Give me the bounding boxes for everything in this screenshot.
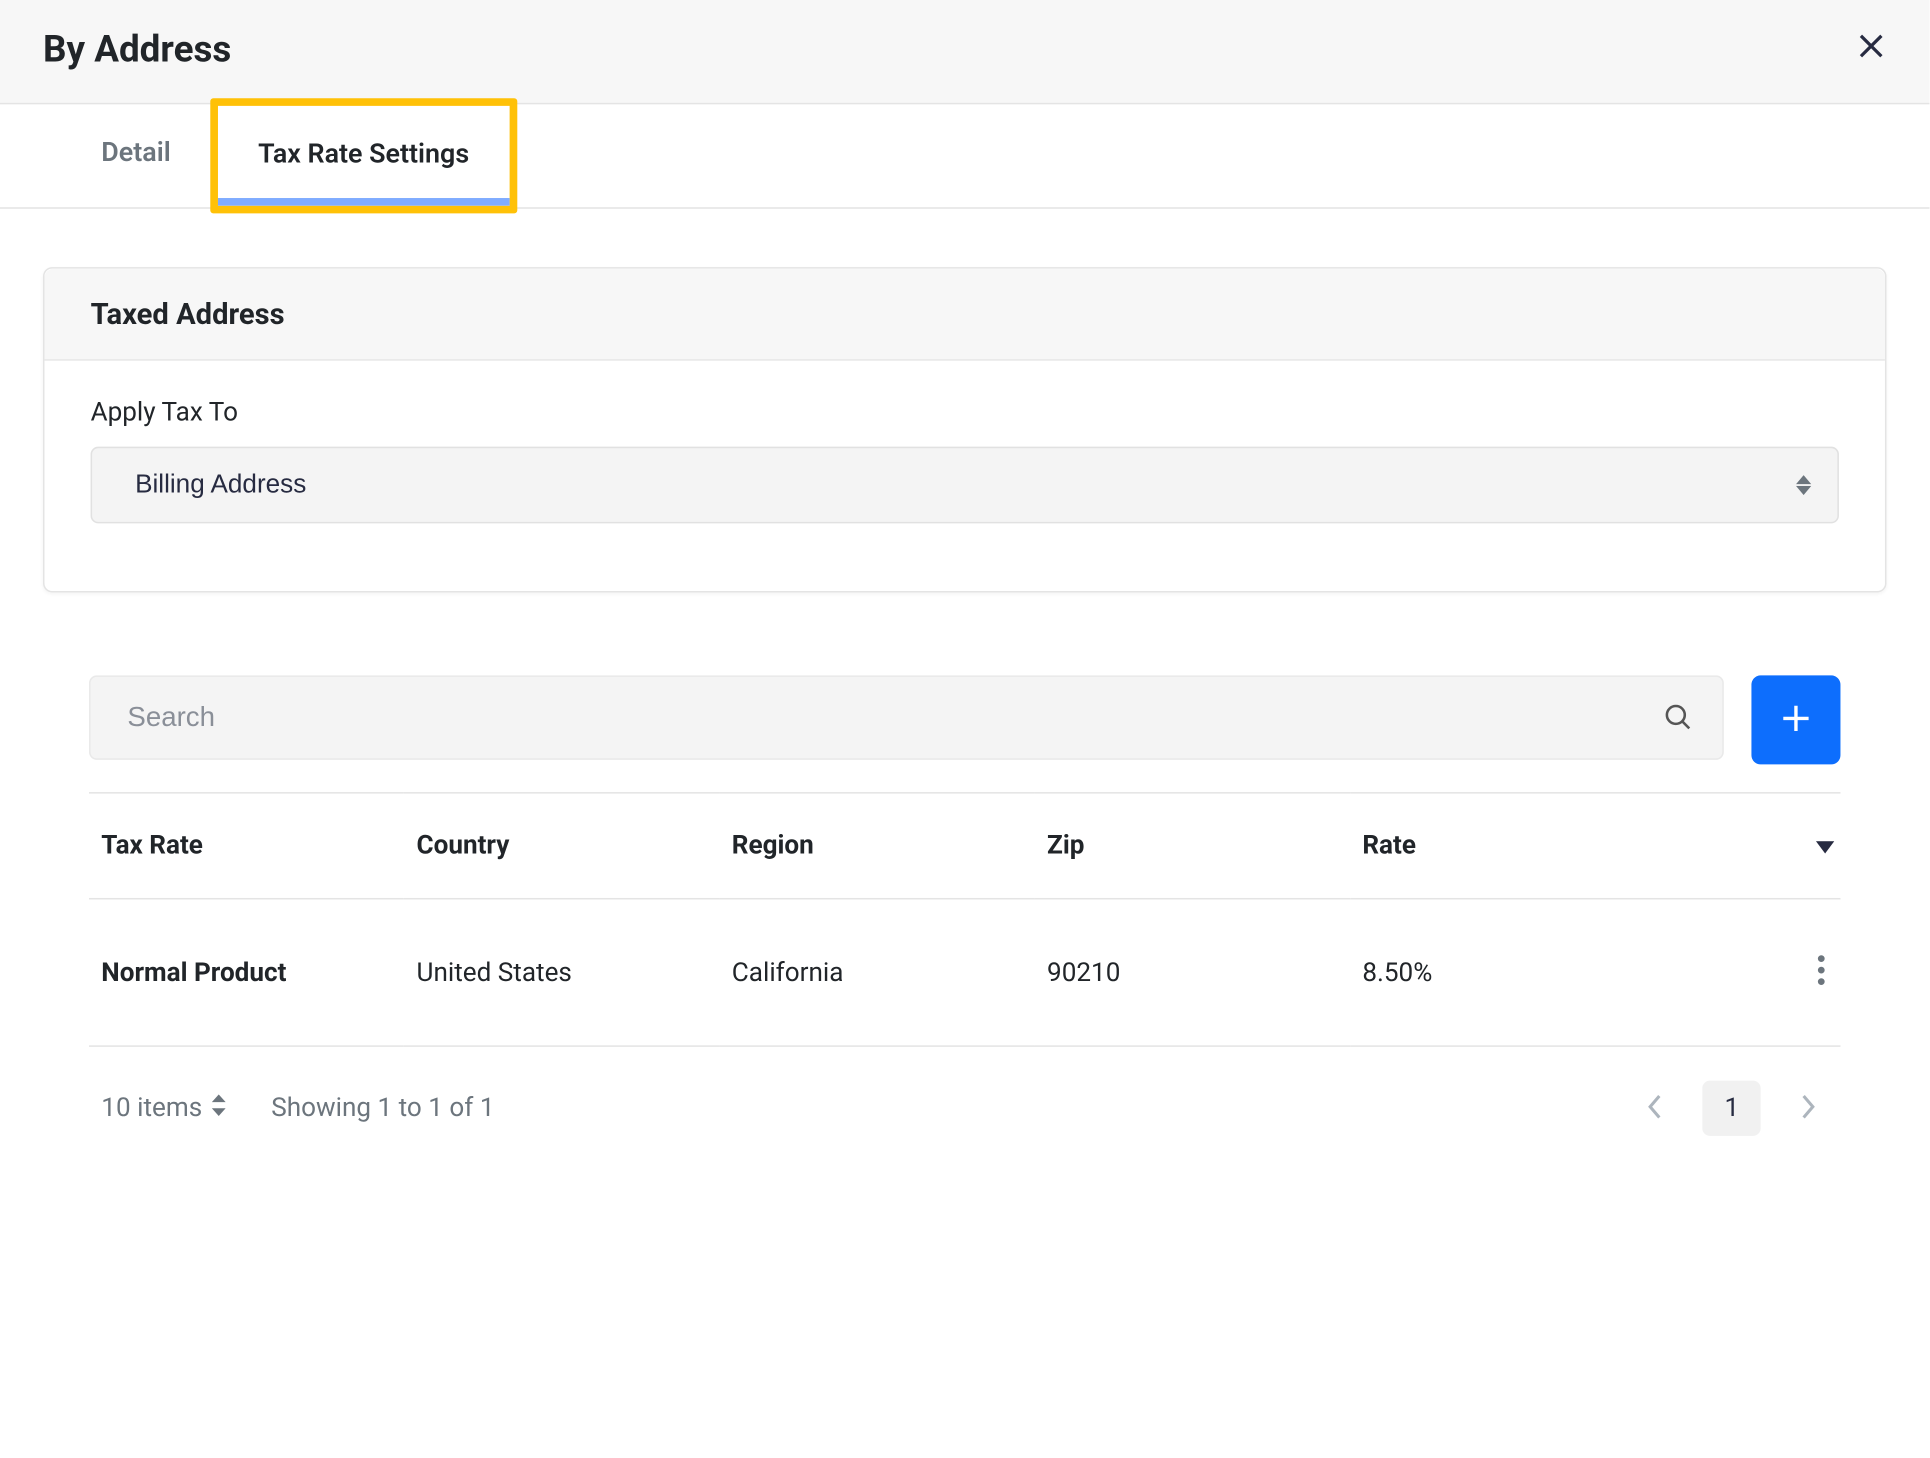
footer-left: 10 items Showing 1 to 1 of 1 [101,1093,494,1124]
prev-page-button[interactable] [1635,1081,1675,1135]
card-header: Taxed Address [45,269,1885,361]
tab-detail[interactable]: Detail [61,104,210,207]
updown-icon [211,1093,225,1124]
modal-header: By Address [0,0,1929,104]
tab-tax-rate-settings[interactable]: Tax Rate Settings [218,106,509,206]
cell-region: California [720,899,1035,1046]
page-size-label: 10 items [101,1093,202,1124]
apply-tax-to-select-wrap [91,447,1839,524]
col-rate[interactable]: Rate [1350,793,1665,899]
search-row [89,675,1840,764]
cell-rate: 8.50% [1350,899,1665,1046]
col-tax-rate[interactable]: Tax Rate [89,793,404,899]
current-page[interactable]: 1 [1703,1081,1761,1136]
row-actions-button[interactable] [1808,946,1834,1000]
modal-title: By Address [43,27,231,70]
table-header-row: Tax Rate Country Region Zip Rate [89,793,1840,899]
tab-bar: Detail Tax Rate Settings [0,104,1929,208]
caret-down-icon [1816,830,1834,861]
close-icon [1856,31,1887,66]
add-button[interactable] [1751,675,1840,764]
card-title: Taxed Address [91,296,1839,331]
cell-zip: 90210 [1035,899,1350,1046]
apply-tax-to-label: Apply Tax To [91,398,1839,429]
content-area: Taxed Address Apply Tax To [0,209,1929,1136]
tab-highlight-box: Tax Rate Settings [211,98,517,213]
kebab-icon [1817,967,1825,990]
taxed-address-card: Taxed Address Apply Tax To [43,267,1887,592]
list-area: Tax Rate Country Region Zip Rate [43,675,1887,1136]
chevron-left-icon [1648,1094,1663,1123]
search-input[interactable] [89,675,1724,759]
col-sort[interactable] [1665,793,1840,899]
cell-country: United States [404,899,719,1046]
tax-rate-table: Tax Rate Country Region Zip Rate [89,792,1840,1047]
list-footer: 10 items Showing 1 to 1 of 1 1 [89,1047,1840,1136]
pager: 1 [1635,1081,1828,1136]
col-country[interactable]: Country [404,793,719,899]
chevron-right-icon [1801,1094,1816,1123]
card-body: Apply Tax To [45,361,1885,591]
cell-actions [1665,899,1840,1046]
showing-text: Showing 1 to 1 of 1 [271,1093,494,1124]
cell-tax-rate: Normal Product [89,899,404,1046]
col-zip[interactable]: Zip [1035,793,1350,899]
search-box [89,675,1724,764]
plus-icon [1779,701,1813,739]
close-button[interactable] [1850,25,1893,73]
apply-tax-to-select[interactable] [91,447,1839,524]
col-region[interactable]: Region [720,793,1035,899]
page-size-select[interactable]: 10 items [101,1093,225,1124]
next-page-button[interactable] [1788,1081,1828,1135]
table-row[interactable]: Normal Product United States California … [89,899,1840,1046]
